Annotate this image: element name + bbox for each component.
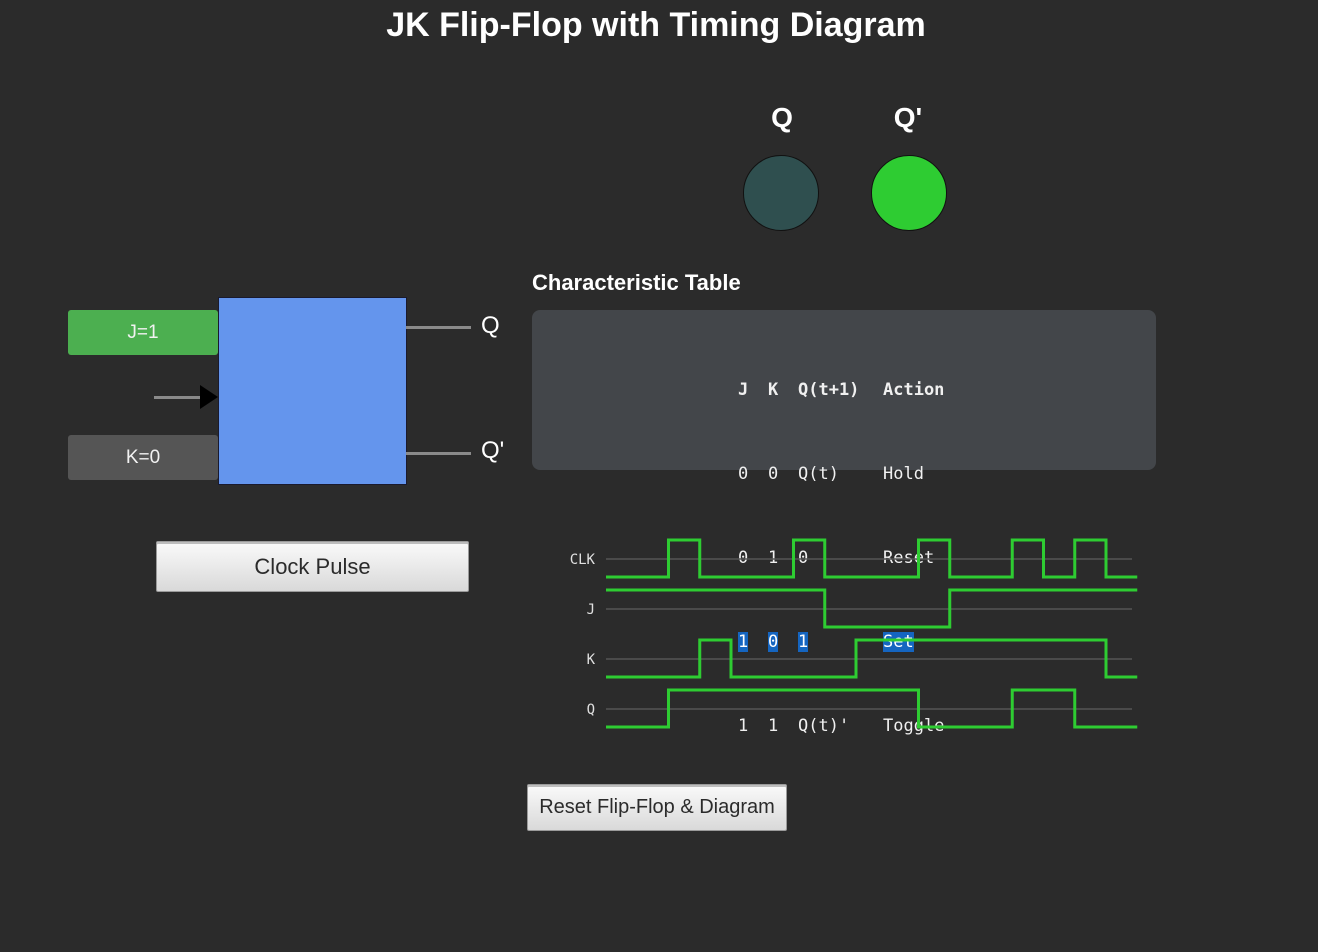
table-row: 0 0 Q(t) Hold xyxy=(738,460,1003,488)
q-output-line xyxy=(406,326,471,329)
qbar-output-indicator xyxy=(871,155,947,231)
cell-next-state: Q(t) xyxy=(798,464,839,484)
timing-signal-k: K xyxy=(587,638,1138,679)
cell-action: Hold xyxy=(883,464,924,484)
characteristic-table: J K Q(t+1) Action 0 0 Q(t) Hold 0 1 0 Re… xyxy=(532,310,1156,736)
header-next-state: Q(t+1) xyxy=(798,380,860,400)
q-output-indicator xyxy=(743,155,819,231)
timing-label: K xyxy=(587,652,596,668)
header-k: K xyxy=(768,380,779,400)
timing-label: Q xyxy=(587,702,595,718)
qbar-output-pin-label: Q' xyxy=(481,437,505,464)
flipflop-box xyxy=(218,297,407,485)
timing-signal-clk: CLK xyxy=(570,538,1138,579)
timing-label: CLK xyxy=(570,552,596,568)
page-title: JK Flip-Flop with Timing Diagram xyxy=(386,6,926,44)
timing-diagram: CLK J K Q xyxy=(570,538,1138,729)
j-input-button[interactable]: J=1 xyxy=(68,310,218,355)
timing-label: J xyxy=(587,602,595,618)
clock-arrow-icon xyxy=(200,385,218,409)
header-action: Action xyxy=(883,380,945,400)
cell-k: 0 xyxy=(768,464,779,484)
q-output-label: Q xyxy=(771,102,793,133)
clock-pulse-button[interactable]: Clock Pulse xyxy=(156,541,469,592)
k-input-button[interactable]: K=0 xyxy=(68,435,218,480)
q-output-pin-label: Q xyxy=(481,312,500,339)
timing-signal-q: Q xyxy=(587,688,1138,729)
qbar-output-line xyxy=(406,452,471,455)
cell-j: 0 xyxy=(738,464,749,484)
clock-input-line xyxy=(154,396,204,399)
reset-button[interactable]: Reset Flip-Flop & Diagram xyxy=(527,784,787,831)
timing-signal-j: J xyxy=(587,588,1138,629)
qbar-output-label: Q' xyxy=(893,102,923,133)
header-j: J xyxy=(738,380,749,400)
table-heading: Characteristic Table xyxy=(532,270,741,295)
table-header-row: J K Q(t+1) Action xyxy=(738,376,1003,404)
